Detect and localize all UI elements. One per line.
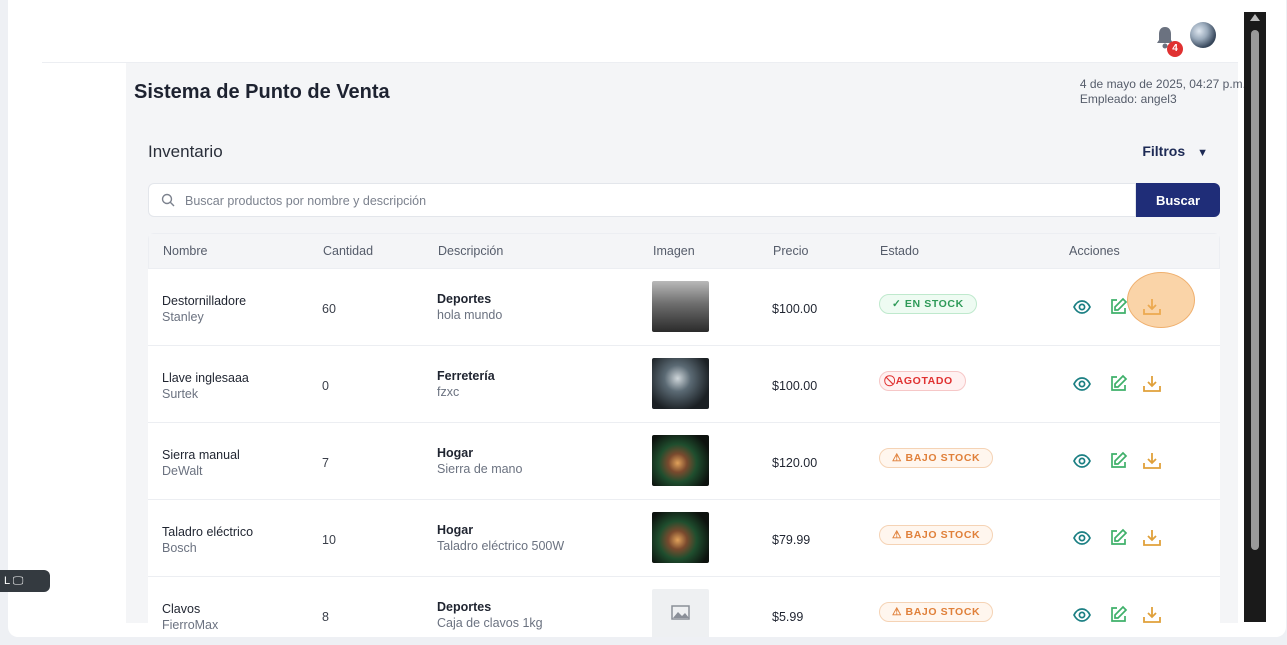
product-brand: DeWalt bbox=[162, 464, 203, 478]
edit-icon[interactable] bbox=[1108, 451, 1128, 471]
status-badge: ⃠ AGOTADO bbox=[879, 371, 966, 391]
product-name: Sierra manual bbox=[162, 448, 240, 462]
product-description: hola mundo bbox=[437, 308, 503, 322]
product-name: Destornilladore bbox=[162, 294, 247, 308]
edit-icon[interactable] bbox=[1108, 605, 1128, 625]
scroll-up-icon[interactable] bbox=[1250, 14, 1260, 21]
search-input[interactable] bbox=[183, 190, 1087, 212]
product-category: Ferretería bbox=[437, 369, 495, 383]
product-name: Clavos bbox=[162, 602, 201, 616]
status-badge: ⚠ BAJO STOCK bbox=[879, 448, 994, 468]
notification-badge: 4 bbox=[1167, 41, 1183, 57]
download-icon[interactable] bbox=[1142, 528, 1162, 548]
product-price: $100.00 bbox=[772, 302, 818, 316]
table-row: Clavos FierroMax 8 Deportes Caja de clavos… bbox=[148, 577, 1220, 637]
edit-icon[interactable] bbox=[1108, 374, 1128, 394]
col-precio: Precio bbox=[773, 244, 809, 258]
product-qty: 0 bbox=[322, 379, 329, 393]
table-row: Taladro eléctrico Bosch 10 Hogar Taladro e… bbox=[148, 500, 1220, 577]
floating-device-badge[interactable]: L 🖵 bbox=[0, 570, 50, 592]
chevron-down-icon: ▼ bbox=[1197, 147, 1208, 159]
datetime-text: 4 de mayo de 2025, 04:27 p.m. bbox=[1079, 77, 1246, 91]
product-category: Deportes bbox=[437, 600, 492, 614]
col-imagen: Imagen bbox=[653, 244, 695, 258]
product-qty: 60 bbox=[322, 302, 336, 316]
filters-label: Filtros bbox=[1142, 143, 1186, 159]
datetime-info: 4 de mayo de 2025, 04:27 p.m. Empleado: … bbox=[1080, 77, 1246, 107]
col-nombre: Nombre bbox=[163, 244, 208, 258]
download-icon[interactable] bbox=[1142, 605, 1162, 625]
scrollbar[interactable] bbox=[1244, 12, 1266, 622]
employee-text: Empleado: angel3 bbox=[1079, 92, 1177, 106]
inventory-table: Nombre Cantidad Descripción Imagen Preci… bbox=[148, 233, 1220, 637]
product-price: $120.00 bbox=[772, 456, 818, 470]
edit-icon[interactable] bbox=[1108, 528, 1128, 548]
status-badge: ⚠ BAJO STOCK bbox=[879, 525, 994, 545]
download-icon[interactable] bbox=[1142, 451, 1162, 471]
edit-icon[interactable] bbox=[1108, 297, 1128, 317]
eye-icon[interactable] bbox=[1072, 297, 1092, 317]
status-badge: ✓ EN STOCK bbox=[879, 294, 977, 314]
product-price: $5.99 bbox=[772, 610, 804, 624]
download-icon[interactable] bbox=[1142, 374, 1162, 394]
product-description: fzxc bbox=[437, 385, 460, 399]
app-window: 4 Sistema de Punto de Venta 4 de mayo de… bbox=[8, 0, 1286, 637]
eye-icon[interactable] bbox=[1072, 374, 1092, 394]
search-button[interactable]: Buscar bbox=[1136, 183, 1220, 217]
eye-icon[interactable] bbox=[1072, 605, 1092, 625]
sidebar-area bbox=[42, 63, 126, 623]
product-name: Taladro eléctrico bbox=[162, 525, 254, 539]
product-image bbox=[652, 281, 709, 332]
search-icon bbox=[161, 193, 175, 207]
image-placeholder-icon bbox=[652, 589, 709, 637]
table-row: Destornilladore Stanley 60 Deportes hola m… bbox=[148, 269, 1220, 346]
col-estado: Estado bbox=[880, 244, 919, 258]
product-description: Taladro eléctrico 500W bbox=[437, 539, 565, 553]
product-category: Deportes bbox=[437, 292, 492, 306]
table-header: Nombre Cantidad Descripción Imagen Preci… bbox=[148, 233, 1220, 269]
product-brand: FierroMax bbox=[162, 618, 219, 632]
section-title: Inventario bbox=[148, 142, 223, 161]
page-title: Sistema de Punto de Venta bbox=[134, 81, 390, 103]
filters-toggle[interactable]: Filtros ▼ bbox=[1142, 143, 1208, 159]
click-highlight bbox=[1127, 272, 1195, 328]
product-price: $100.00 bbox=[772, 379, 818, 393]
product-name: Llave inglesaaa bbox=[162, 371, 249, 385]
product-brand: Stanley bbox=[162, 310, 204, 324]
col-acciones: Acciones bbox=[1069, 244, 1120, 258]
search-bar bbox=[148, 183, 1136, 217]
product-qty: 7 bbox=[322, 456, 329, 470]
product-image bbox=[652, 435, 709, 486]
table-row: Llave inglesaaa Surtek 0 Ferretería fzxc $… bbox=[148, 346, 1220, 423]
product-description: Caja de clavos 1kg bbox=[437, 616, 543, 630]
product-description: Sierra de mano bbox=[437, 462, 523, 476]
user-avatar[interactable] bbox=[1190, 22, 1216, 48]
col-cantidad: Cantidad bbox=[323, 244, 374, 258]
col-descripcion: Descripción bbox=[438, 244, 504, 258]
product-qty: 8 bbox=[322, 610, 329, 624]
product-qty: 10 bbox=[322, 533, 336, 547]
product-image bbox=[652, 512, 709, 563]
product-brand: Bosch bbox=[162, 541, 197, 555]
top-bar: 4 bbox=[42, 12, 1238, 63]
main-content: Sistema de Punto de Venta 4 de mayo de 2… bbox=[126, 63, 1246, 637]
table-row: Sierra manual DeWalt 7 Hogar Sierra de man… bbox=[148, 423, 1220, 500]
status-badge: ⚠ BAJO STOCK bbox=[879, 602, 994, 622]
product-image bbox=[652, 358, 709, 409]
product-category: Hogar bbox=[437, 446, 474, 460]
product-brand: Surtek bbox=[162, 387, 199, 401]
eye-icon[interactable] bbox=[1072, 528, 1092, 548]
product-price: $79.99 bbox=[772, 533, 811, 547]
product-category: Hogar bbox=[437, 523, 474, 537]
scroll-thumb[interactable] bbox=[1251, 30, 1259, 550]
eye-icon[interactable] bbox=[1072, 451, 1092, 471]
